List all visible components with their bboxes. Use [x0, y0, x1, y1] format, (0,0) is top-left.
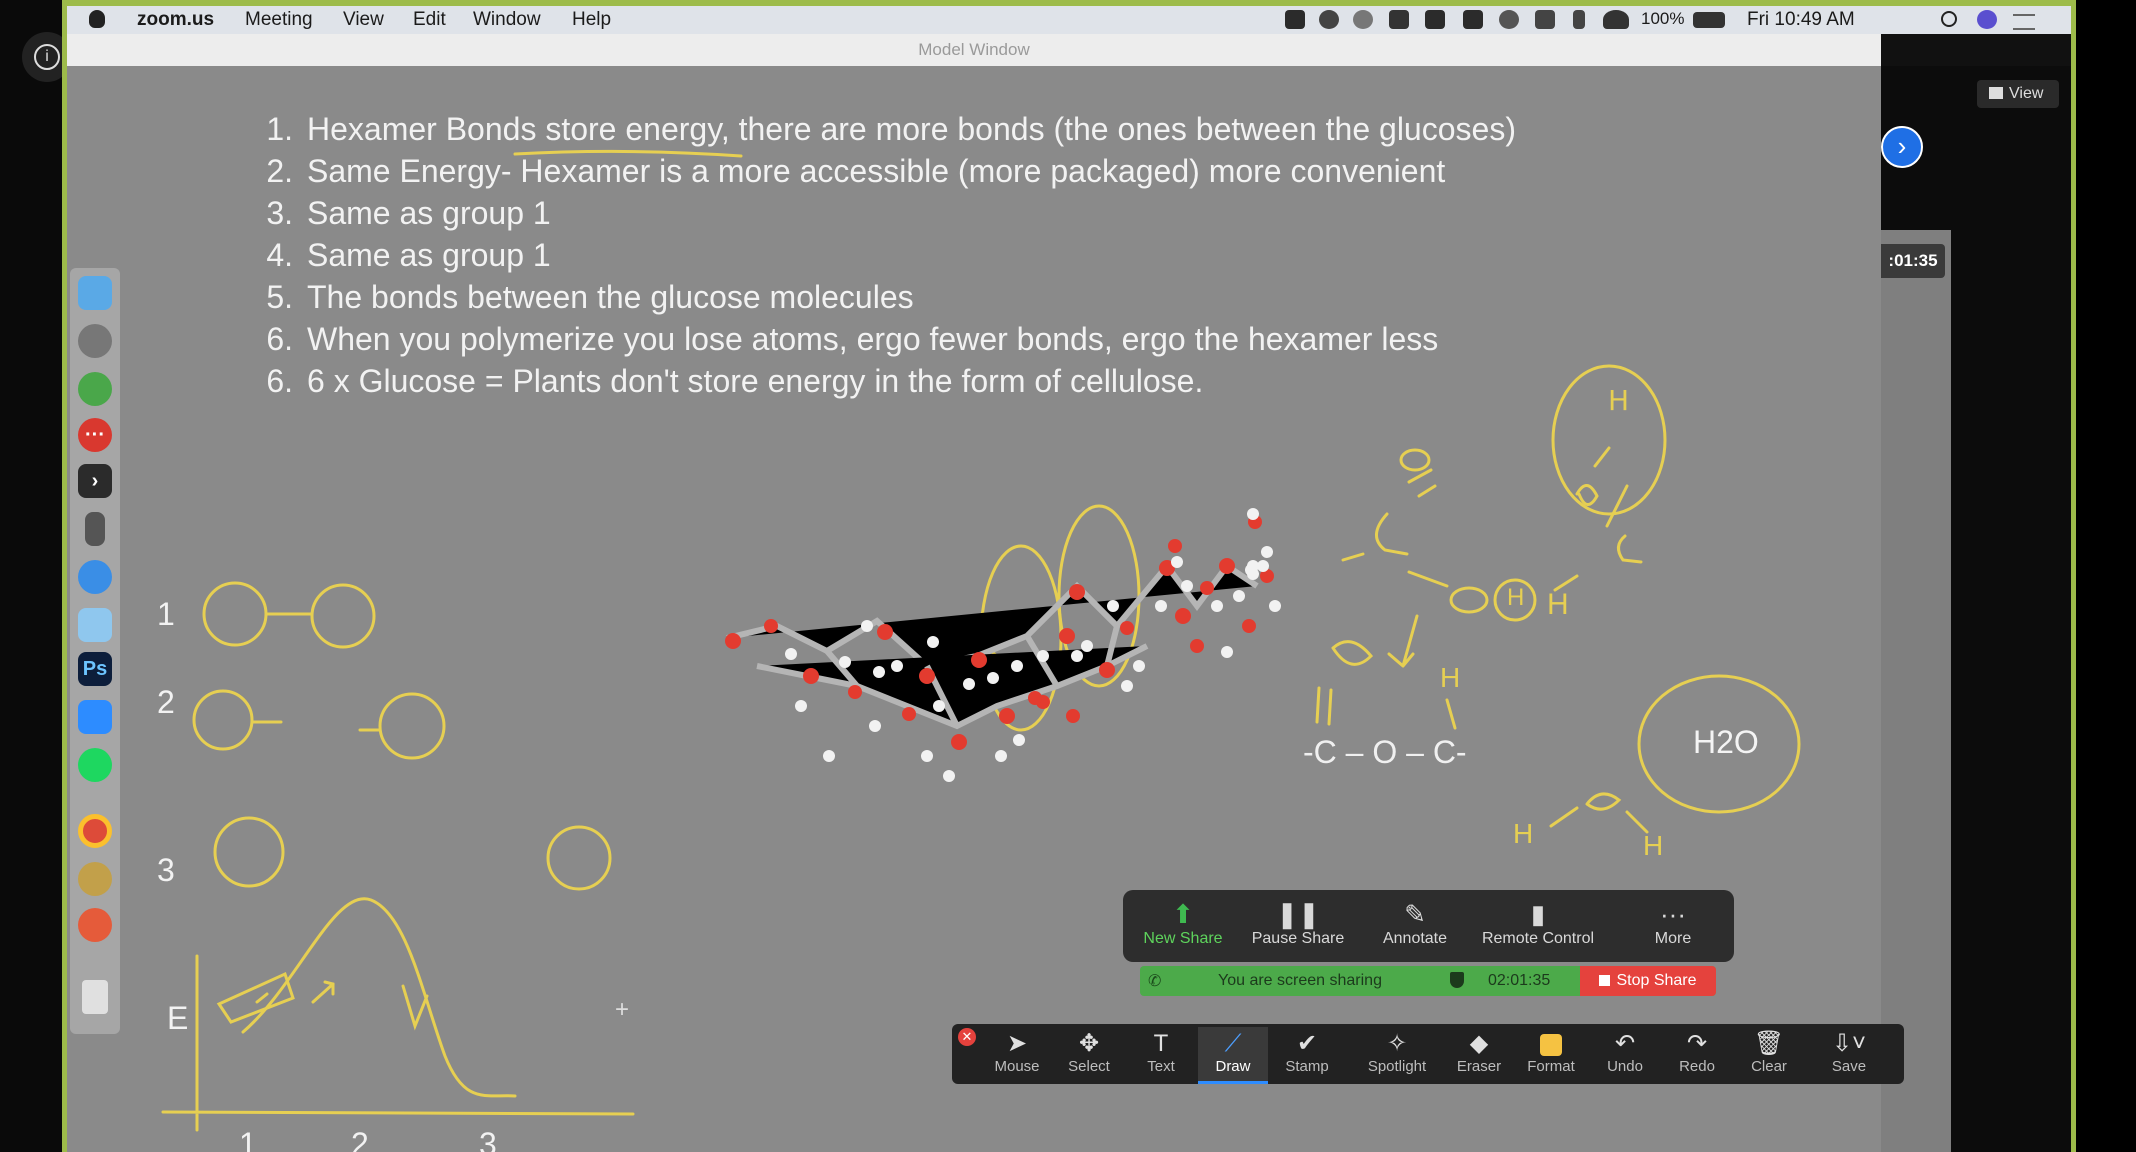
trash-icon: 🗑 — [1753, 1030, 1785, 1057]
spotlight-icon: ✧ — [1386, 1030, 1408, 1057]
photoshop-icon[interactable]: Ps — [78, 652, 112, 686]
creative-cloud-icon[interactable] — [1319, 10, 1339, 29]
menu-view[interactable]: View — [343, 9, 384, 31]
evernote-icon[interactable] — [78, 372, 112, 406]
tool-mouse[interactable]: ➤ Mouse — [982, 1030, 1052, 1075]
dock: ··· › Ps — [70, 268, 120, 1034]
tool-format[interactable]: Format — [1516, 1030, 1586, 1075]
text-icon: T — [1153, 1030, 1169, 1057]
window-title: Model Window — [67, 34, 1881, 66]
annotation-toolbar: ✕ ➤ Mouse ✥ Select T Text ⟋ Draw ✔ Stamp ✧ Spo… — [952, 1024, 1904, 1084]
close-toolbar-button[interactable]: ✕ — [958, 1028, 976, 1046]
bluetooth-icon[interactable] — [1573, 10, 1585, 29]
annotate-button[interactable]: ✎ Annotate — [1355, 898, 1475, 948]
utility-app-icon[interactable] — [85, 512, 105, 546]
zoom-icon[interactable] — [78, 700, 112, 734]
folder-icon[interactable] — [78, 608, 112, 642]
menu-bar: zoom.us Meeting View Edit Window Help 10… — [67, 6, 2071, 34]
move-icon: ✥ — [1078, 1030, 1100, 1057]
tool-redo[interactable]: ↷ Redo — [1662, 1030, 1732, 1075]
screen-share-icon[interactable] — [1425, 10, 1445, 29]
chrome-icon[interactable] — [78, 814, 112, 848]
shield-icon — [1450, 972, 1464, 988]
safari-icon[interactable] — [78, 560, 112, 594]
video-strip: :01:35 — [1881, 230, 1951, 1152]
dollar-icon[interactable] — [1499, 10, 1519, 29]
swirl-app-icon[interactable] — [78, 908, 112, 942]
info-icon: i — [34, 44, 60, 70]
menu-window[interactable]: Window — [473, 9, 541, 31]
spotlight-search-icon[interactable] — [1941, 11, 1957, 27]
undo-icon: ↶ — [1614, 1030, 1636, 1057]
expand-panel-button[interactable]: › — [1881, 126, 1923, 168]
stop-icon — [1599, 975, 1611, 986]
tool-text[interactable]: T Text — [1126, 1030, 1196, 1075]
siri-icon[interactable] — [1977, 10, 1997, 29]
system-preferences-icon[interactable] — [78, 324, 112, 358]
redo-icon: ↷ — [1686, 1030, 1708, 1057]
menu-edit[interactable]: Edit — [413, 9, 446, 31]
sync-icon[interactable] — [1353, 10, 1373, 29]
photos-app-icon[interactable] — [78, 862, 112, 896]
mouse-icon: ▮ — [1530, 899, 1546, 929]
sharing-timer: 02:01:35 — [1488, 972, 1551, 989]
save-icon: ⇩˅ — [1831, 1030, 1867, 1057]
cursor-crosshair-icon: + — [615, 996, 630, 1023]
pause-icon: ❚❚ — [1276, 899, 1320, 929]
tool-stamp[interactable]: ✔ Stamp — [1272, 1030, 1342, 1075]
airplay-icon[interactable] — [1535, 10, 1555, 29]
trash-icon[interactable] — [82, 980, 108, 1014]
tool-clear[interactable]: 🗑 Clear — [1734, 1030, 1804, 1075]
tool-save[interactable]: ⇩˅ Save — [1814, 1030, 1884, 1075]
screen-share-toolbar: ⬆ New Share ❚❚ Pause Share ✎ Annotate ▮ Remo… — [1123, 890, 1734, 962]
battery-percent: 100% — [1641, 9, 1685, 28]
tool-undo[interactable]: ↶ Undo — [1590, 1030, 1660, 1075]
more-icon: ··· — [1660, 899, 1686, 929]
tool-eraser[interactable]: ◆ Eraser — [1444, 1030, 1514, 1075]
menu-help[interactable]: Help — [572, 9, 611, 31]
menu-meeting[interactable]: Meeting — [245, 9, 313, 31]
terminal-icon[interactable]: › — [78, 464, 112, 498]
tool-spotlight[interactable]: ✧ Spotlight — [1356, 1030, 1438, 1075]
eraser-icon: ◆ — [1469, 1030, 1489, 1057]
tool-draw[interactable]: ⟋ Draw — [1198, 1027, 1268, 1084]
grid-icon — [1989, 87, 2003, 99]
spotify-icon[interactable] — [78, 748, 112, 782]
close-icon: ✕ — [961, 1029, 973, 1044]
zoom-status-icon[interactable] — [1285, 10, 1305, 29]
mouse-pointer-icon: ➤ — [1006, 1030, 1028, 1057]
desktop-edge — [0, 0, 62, 1152]
draw-icon: ⟋ — [1224, 1030, 1242, 1057]
finder-icon[interactable] — [78, 276, 112, 310]
messaging-app-icon[interactable]: ··· — [78, 418, 112, 452]
new-share-button[interactable]: ⬆ New Share — [1123, 898, 1243, 948]
notification-center-icon[interactable] — [2013, 14, 2035, 30]
phone-icon: ✆ — [1148, 973, 1162, 990]
chevron-right-icon: › — [1897, 131, 1907, 161]
apple-menu-icon[interactable] — [89, 10, 105, 28]
battery-icon[interactable] — [1693, 12, 1725, 28]
format-icon — [1516, 1030, 1586, 1058]
app-menu[interactable]: zoom.us — [137, 9, 214, 31]
extension-icon[interactable] — [1463, 10, 1483, 29]
pause-share-button[interactable]: ❚❚ Pause Share — [1238, 898, 1358, 948]
view-button[interactable]: View — [1977, 80, 2059, 108]
recording-icon[interactable] — [1389, 10, 1409, 29]
sharing-status-text: You are screen sharing — [1218, 972, 1382, 989]
remote-control-button[interactable]: ▮ Remote Control — [1463, 898, 1613, 948]
tool-select[interactable]: ✥ Select — [1054, 1030, 1124, 1075]
stop-share-button[interactable]: Stop Share — [1580, 966, 1716, 996]
clock[interactable]: Fri 10:49 AM — [1747, 9, 1855, 31]
view-label: View — [2009, 85, 2044, 102]
checkmark-icon: ✔ — [1296, 1030, 1318, 1057]
more-button[interactable]: ··· More — [1613, 898, 1733, 948]
new-share-icon: ⬆ — [1172, 899, 1194, 929]
pencil-icon: ✎ — [1404, 899, 1426, 929]
meeting-timer: :01:35 — [1881, 244, 1945, 278]
wifi-icon[interactable] — [1603, 10, 1629, 29]
